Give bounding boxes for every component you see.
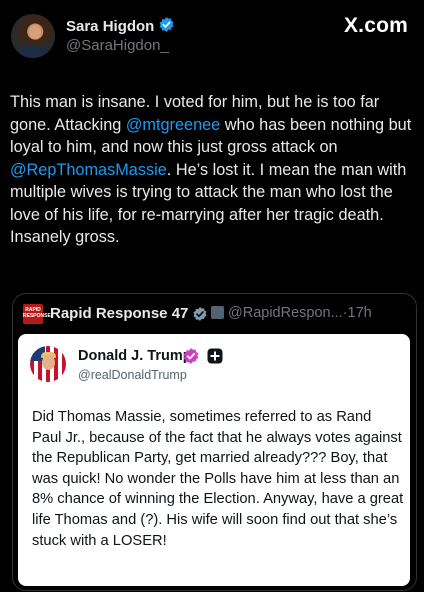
embedded-post-text: Did Thomas Massie, sometimes referred to… <box>32 409 404 549</box>
avatar-podium <box>19 45 47 58</box>
embedded-author-handle: @realDonaldTrump <box>78 368 187 382</box>
rapid-response-logo[interactable]: RAPID RESPONSE <box>23 304 51 324</box>
verified-badge-icon <box>159 17 174 32</box>
avatar[interactable] <box>11 14 55 58</box>
mention-link[interactable]: @RepThomasMassie <box>10 161 167 179</box>
avatar <box>30 346 66 382</box>
author-handle[interactable]: @SaraHigdon_ <box>66 37 169 54</box>
post-header: Sara Higdon @SaraHigdon_ X.com <box>0 0 424 80</box>
add-icon <box>207 348 223 364</box>
embedded-post-card: Donald J. Trump @realDonaldTrump Did Tho… <box>18 334 410 586</box>
verified-badge-icon <box>193 307 207 321</box>
post-text: This man is insane. I voted for him, but… <box>10 91 416 249</box>
avatar-face <box>29 25 41 39</box>
quoted-time[interactable]: 17h <box>348 305 372 321</box>
quoted-author-handle[interactable]: @RapidRespon... <box>228 305 343 321</box>
avatar-face <box>42 355 55 370</box>
author-name-text: Sara Higdon <box>66 18 155 35</box>
author-name[interactable]: Sara Higdon <box>66 16 175 35</box>
mention-link[interactable]: @mtgreenee <box>126 116 220 134</box>
embedded-badges <box>182 347 224 365</box>
brand-watermark: X.com <box>343 14 408 37</box>
quoted-post[interactable]: RAPID RESPONSE Rapid Response 47 @RapidR… <box>12 293 417 591</box>
truth-verified-icon <box>183 348 199 364</box>
quoted-meta: @RapidRespon...·17h <box>209 305 372 321</box>
government-badge-icon <box>211 306 224 319</box>
embedded-author-name: Donald J. Trump <box>78 348 192 364</box>
quoted-post-header: RAPID RESPONSE Rapid Response 47 @RapidR… <box>13 294 416 334</box>
quoted-author-name[interactable]: Rapid Response 47 <box>50 305 188 322</box>
